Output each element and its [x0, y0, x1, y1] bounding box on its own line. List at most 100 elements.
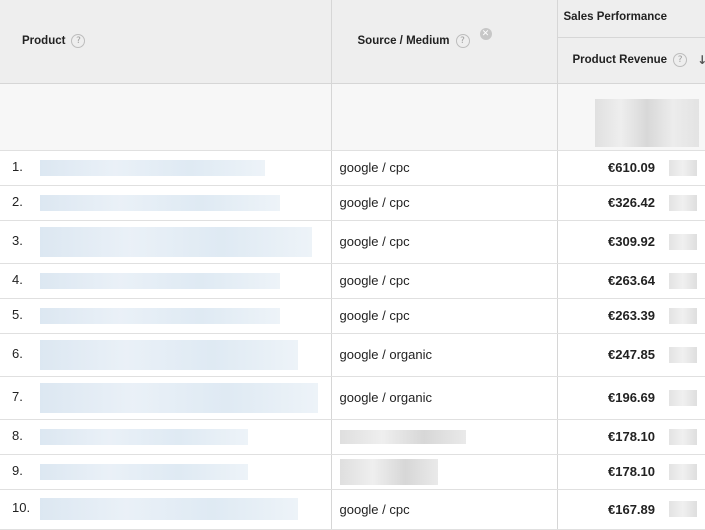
revenue-cell: €326.42: [557, 185, 705, 221]
row-index: 6.: [12, 345, 23, 361]
revenue-cell: €263.64: [557, 263, 705, 299]
totals-product-cell: [0, 83, 332, 151]
product-revenue-header-label[interactable]: Product Revenue: [573, 54, 668, 66]
source-medium-header-label[interactable]: Source / Medium: [358, 35, 450, 47]
revenue-value: €610.09: [608, 160, 655, 175]
source-medium-link[interactable]: google / organic: [332, 347, 433, 362]
redacted-percentage: [669, 501, 697, 517]
revenue-value: €263.39: [608, 308, 655, 323]
sort-descending-icon[interactable]: ↓: [697, 53, 705, 67]
table-row: 5. google / cpc €263.39: [0, 298, 705, 334]
redacted-percentage: [669, 233, 697, 250]
revenue-value: €178.10: [608, 429, 655, 444]
source-medium-link[interactable]: google / cpc: [332, 502, 410, 517]
row-index: 9.: [12, 463, 23, 479]
redacted-percentage: [669, 463, 697, 480]
product-cell: 1.: [0, 150, 332, 186]
redacted-percentage: [669, 194, 697, 211]
source-medium-link[interactable]: google / cpc: [332, 195, 410, 210]
help-icon[interactable]: ?: [455, 34, 470, 49]
redacted-product-link[interactable]: [40, 463, 248, 480]
revenue-value: €326.42: [608, 195, 655, 210]
revenue-value: €196.69: [608, 390, 655, 405]
row-index: 5.: [12, 307, 23, 323]
product-cell: 10.: [0, 489, 332, 530]
table-row: 9. €178.10: [0, 454, 705, 490]
source-cell: [331, 454, 558, 490]
source-medium-link[interactable]: google / cpc: [332, 273, 410, 288]
table-row: 6. google / organic €247.85: [0, 333, 705, 377]
source-cell: google / organic: [331, 376, 558, 420]
table-row: 3. google / cpc €309.92: [0, 220, 705, 264]
totals-source-cell: [331, 83, 558, 151]
revenue-cell: €178.10: [557, 454, 705, 490]
source-cell: google / cpc: [331, 150, 558, 186]
help-icon[interactable]: ?: [673, 53, 688, 67]
revenue-cell: €610.09: [557, 150, 705, 186]
source-medium-link[interactable]: google / cpc: [332, 234, 410, 249]
source-medium-column-header[interactable]: Source / Medium ? ✕: [331, 0, 558, 84]
remove-icon[interactable]: ✕: [479, 28, 492, 41]
redacted-percentage: [669, 272, 697, 289]
table-row: 2. google / cpc €326.42: [0, 185, 705, 221]
redacted-product-link[interactable]: [40, 226, 312, 257]
redacted-product-link[interactable]: [40, 382, 318, 413]
source-medium-link[interactable]: [332, 429, 340, 444]
redacted-product-link[interactable]: [40, 159, 265, 176]
redacted-product-link[interactable]: [40, 194, 280, 211]
revenue-cell: €178.10: [557, 419, 705, 455]
redacted-percentage: [669, 389, 697, 406]
source-cell: google / cpc: [331, 489, 558, 530]
product-cell: 6.: [0, 333, 332, 377]
row-index: 3.: [12, 232, 23, 248]
report-table: Product? Source / Medium ? ✕ Sales Perform…: [0, 0, 705, 530]
sales-performance-group-header: Sales Performance: [557, 0, 705, 38]
source-cell: google / cpc: [331, 185, 558, 221]
table-row: 8. €178.10: [0, 419, 705, 455]
redacted-product-link[interactable]: [40, 272, 280, 289]
totals-revenue-cell: [557, 83, 705, 151]
product-column-header[interactable]: Product?: [0, 0, 332, 84]
redacted-percentage: [669, 428, 697, 445]
redacted-product-link[interactable]: [40, 498, 298, 520]
redacted-product-link[interactable]: [40, 339, 298, 370]
table-row: 1. google / cpc €610.09: [0, 150, 705, 186]
product-cell: 3.: [0, 220, 332, 264]
redacted-source-medium: [339, 430, 466, 445]
row-index: 7.: [12, 388, 23, 404]
row-index: 8.: [12, 428, 23, 444]
source-medium-link[interactable]: google / organic: [332, 390, 433, 405]
redacted-percentage: [669, 159, 697, 176]
product-cell: 8.: [0, 419, 332, 455]
row-index: 2.: [12, 194, 23, 210]
revenue-cell: €196.69: [557, 376, 705, 420]
product-revenue-column-header[interactable]: Product Revenue? ↓: [557, 36, 705, 84]
revenue-value: €167.89: [608, 501, 655, 517]
report-table-container: Product? Source / Medium ? ✕ Sales Perform…: [0, 0, 705, 530]
table-row: 7. google / organic €196.69: [0, 376, 705, 420]
source-cell: google / organic: [331, 333, 558, 377]
revenue-value: €247.85: [608, 347, 655, 362]
redacted-source-medium: [339, 458, 438, 485]
revenue-value: €263.64: [608, 273, 655, 288]
table-row: 10. google / cpc €167.89: [0, 489, 705, 530]
revenue-cell: €309.92: [557, 220, 705, 264]
source-cell: google / cpc: [331, 263, 558, 299]
product-cell: 7.: [0, 376, 332, 420]
product-cell: 5.: [0, 298, 332, 334]
revenue-value: €309.92: [608, 234, 655, 249]
source-medium-link[interactable]: google / cpc: [332, 308, 410, 323]
revenue-value: €178.10: [608, 464, 655, 479]
product-header-label[interactable]: Product: [22, 35, 65, 47]
row-index: 1.: [12, 159, 23, 175]
redacted-product-link[interactable]: [40, 307, 280, 324]
redacted-total: [595, 98, 699, 147]
redacted-product-link[interactable]: [40, 428, 248, 445]
row-index: 10.: [12, 500, 31, 516]
product-cell: 4.: [0, 263, 332, 299]
source-medium-link[interactable]: [332, 463, 340, 478]
source-cell: google / cpc: [331, 220, 558, 264]
table-row: 4. google / cpc €263.64: [0, 263, 705, 299]
help-icon[interactable]: ?: [71, 34, 86, 49]
source-medium-link[interactable]: google / cpc: [332, 160, 410, 175]
